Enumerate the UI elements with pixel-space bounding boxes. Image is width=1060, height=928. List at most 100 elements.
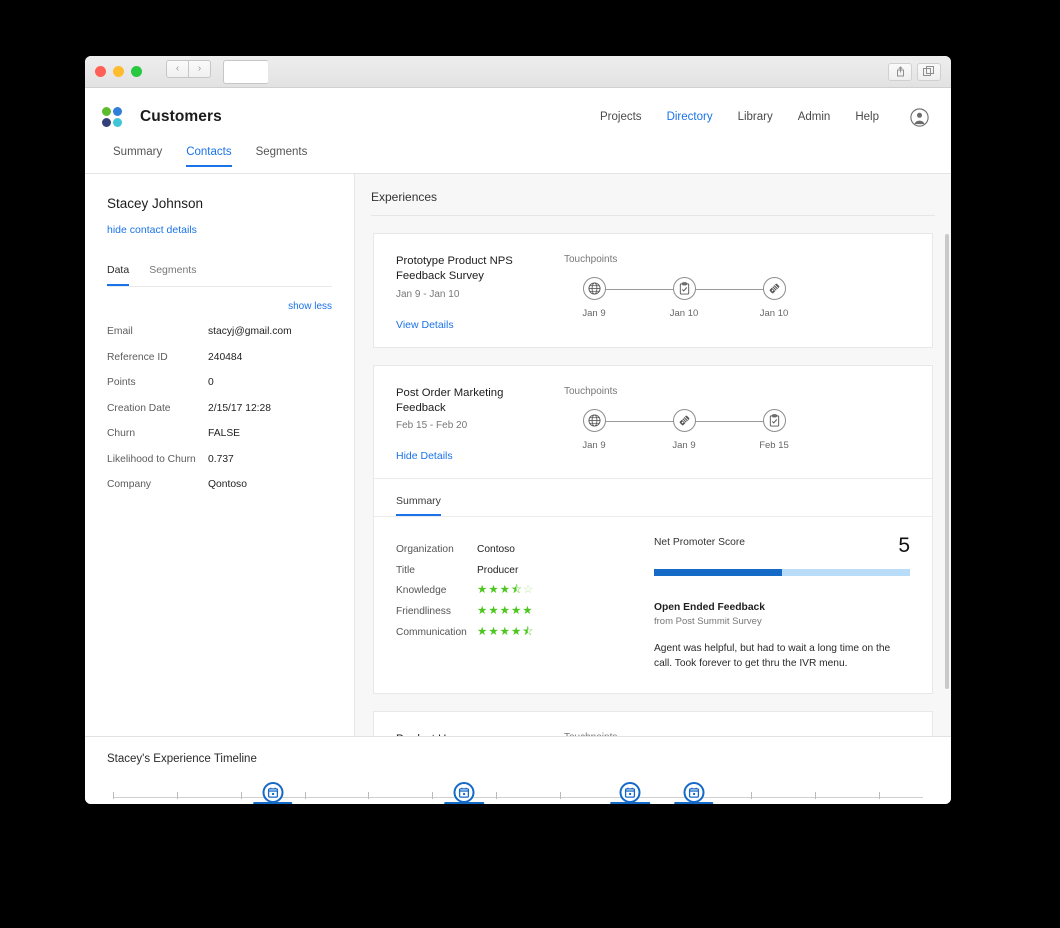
experience-card[interactable]: Prototype Product NPS Feedback Survey Ja… (373, 233, 933, 348)
field-row: Email stacyj@gmail.com (107, 326, 332, 352)
timeline-tick (879, 792, 880, 799)
tabs-icon[interactable] (917, 62, 941, 81)
experience-dates: Jan 9 - Jan 10 (396, 288, 460, 300)
sidebar-tab-segments[interactable]: Segments (149, 264, 196, 286)
share-icon[interactable] (888, 62, 912, 81)
browser-nav-buttons: ‹ › (166, 59, 269, 84)
summary-label: Knowledge (396, 585, 447, 597)
touchpoint[interactable]: Jan 9 (568, 277, 620, 319)
user-avatar-icon[interactable] (910, 107, 929, 127)
summary-row: Organization Contoso (396, 539, 646, 560)
globe-icon (582, 408, 606, 432)
hide-contact-details-link[interactable]: hide contact details (107, 224, 197, 236)
touchpoint[interactable]: Jan 10 (748, 277, 800, 319)
tag-icon (762, 277, 786, 300)
forward-icon[interactable]: › (188, 59, 211, 78)
summary-body: Organization Contoso Title Producer Know… (374, 516, 932, 693)
vertical-scrollbar[interactable] (945, 234, 949, 689)
experience-card[interactable]: Post Order Marketing Feedback Feb 15 - F… (373, 364, 933, 695)
nav-item-projects[interactable]: Projects (600, 111, 642, 123)
experience-card[interactable]: Product Usage Feb 9 - Feb 15 View Detail… (373, 711, 933, 736)
feedback-title: Open Ended Feedback (654, 601, 766, 613)
field-row: Reference ID 240484 (107, 352, 332, 378)
sidebar-tab-data[interactable]: Data (107, 264, 130, 286)
star-full: ★ (488, 625, 499, 638)
minimize-window-button[interactable] (113, 66, 124, 77)
timeline-marker[interactable] (619, 782, 641, 803)
calendar-icon (262, 782, 284, 803)
touchpoint-date: Jan 9 (582, 439, 606, 451)
timeline-marker[interactable] (453, 782, 475, 803)
timeline-tick (304, 792, 306, 799)
field-value: 0 (208, 377, 214, 388)
star-full: ★ (522, 605, 533, 618)
touchpoint-date: Jan 9 (672, 439, 696, 451)
experience-title: Post Order Marketing Feedback (396, 386, 504, 414)
nps-score: 5 (898, 534, 910, 557)
field-row: Creation Date 2/15/17 12:28 (107, 403, 332, 429)
field-value: Qontoso (208, 479, 247, 490)
experience-dates: Feb 15 - Feb 20 (396, 420, 468, 431)
nav-item-help[interactable]: Help (855, 111, 879, 123)
timeline-title: Stacey's Experience Timeline (107, 753, 257, 765)
calendar-icon (683, 782, 705, 803)
star-half: ⯪ (510, 584, 522, 597)
timeline-tick (432, 792, 434, 799)
sidebar-toggle-icon[interactable] (223, 59, 269, 84)
summary-row: Friendliness ★ ★ ★ ★ ★ (396, 601, 646, 622)
timeline-marker[interactable] (683, 782, 705, 803)
hide-details-link[interactable]: Hide Details (396, 450, 556, 462)
contact-sidebar: Stacey Johnson hide contact details Data… (85, 174, 355, 736)
touchpoint[interactable]: Jan 9 (658, 408, 710, 451)
touchpoint-date: Feb 15 (759, 439, 789, 451)
experience-title: Prototype Product NPS Feedback Survey (396, 255, 513, 283)
summary-tabs: Summary (374, 478, 932, 516)
field-label: Company (107, 479, 152, 490)
star-empty: ☆ (522, 584, 534, 597)
summary-row: Knowledge ★ ★ ★ ⯪ ☆ (396, 581, 646, 602)
nps-and-feedback: Net Promoter Score 5 Open Ended Feedback… (646, 533, 910, 671)
star-full: ★ (510, 625, 522, 638)
nps-progress-fill (654, 568, 782, 576)
field-label: Churn (107, 428, 136, 439)
contact-fields: Email stacyj@gmail.com Reference ID 2404… (107, 326, 332, 505)
sidebar-tabs: Data Segments (107, 264, 332, 287)
view-details-link[interactable]: View Details (396, 319, 556, 331)
show-less-link[interactable]: show less (288, 301, 332, 312)
experiences-panel: Experiences Prototype Product NPS Feedba… (355, 174, 951, 736)
calendar-icon (619, 782, 641, 803)
nps-header: Net Promoter Score 5 (654, 534, 910, 557)
close-window-button[interactable] (95, 66, 106, 77)
touchpoint[interactable]: Feb 15 (748, 408, 800, 451)
nav-item-admin[interactable]: Admin (798, 111, 831, 123)
nav-item-directory[interactable]: Directory (667, 111, 713, 123)
tab-segments[interactable]: Segments (256, 146, 308, 167)
timeline-marker[interactable] (262, 782, 284, 803)
touchpoints-section: Touchpoints Jan 9 (556, 386, 910, 463)
field-label: Creation Date (107, 402, 171, 414)
star-full: ★ (488, 605, 499, 618)
section-tabs: Summary Contacts Segments (85, 146, 951, 174)
field-row: Churn FALSE (107, 428, 332, 454)
back-icon[interactable]: ‹ (166, 59, 189, 78)
timeline-tick (559, 792, 561, 799)
summary-label: Organization (396, 543, 454, 555)
touchpoints-track: Jan 9 Jan 9 Feb 15 (564, 408, 910, 453)
timeline-axis[interactable]: December2017FebruaryMarchAprilMayJuneJul… (107, 782, 929, 804)
browser-window: ‹ › Customers Projects Directory Library… (85, 56, 951, 804)
field-label: Likelihood to Churn (107, 453, 196, 465)
feedback-text: Agent was helpful, but had to wait a lon… (654, 642, 891, 670)
summary-value: Contoso (477, 543, 515, 555)
tag-icon (672, 408, 696, 432)
nav-item-library[interactable]: Library (738, 111, 773, 123)
star-rating: ★ ★ ★ ⯪ ☆ (477, 585, 533, 597)
touchpoint[interactable]: Jan 9 (568, 408, 620, 451)
tab-contacts[interactable]: Contacts (186, 146, 232, 167)
summary-tab[interactable]: Summary (396, 495, 441, 516)
experience-card-top: Post Order Marketing Feedback Feb 15 - F… (374, 366, 932, 479)
maximize-window-button[interactable] (131, 66, 142, 77)
field-label: Points (107, 377, 136, 388)
touchpoint[interactable]: Jan 10 (658, 277, 710, 319)
tab-summary[interactable]: Summary (113, 146, 162, 167)
app-header: Customers Projects Directory Library Adm… (85, 88, 951, 146)
